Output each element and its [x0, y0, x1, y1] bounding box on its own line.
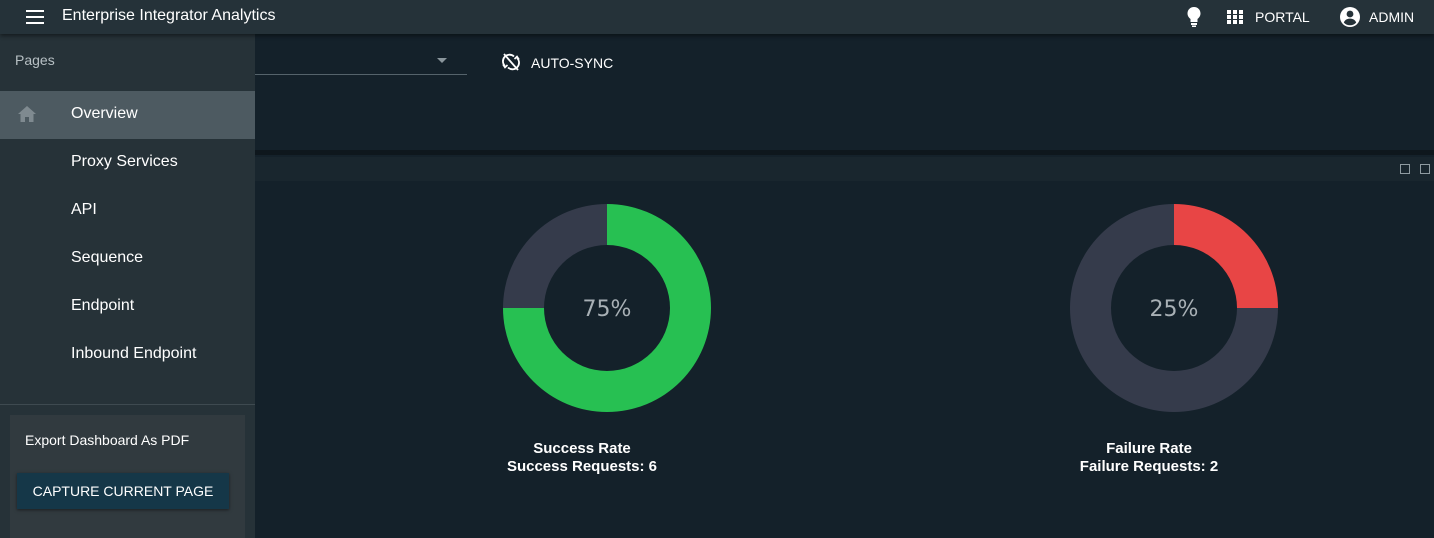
- sidebar-item-label: Sequence: [71, 249, 144, 266]
- success-percent-label: 75%: [583, 297, 632, 322]
- failure-rate-donut-chart: 25%: [1070, 204, 1278, 412]
- sidebar-item-label: Overview: [71, 105, 138, 122]
- sidebar-item-label: API: [71, 201, 97, 218]
- export-pdf-panel: Export Dashboard As PDF CAPTURE CURRENT …: [10, 415, 245, 538]
- dropdown-arrow-icon: [437, 58, 447, 63]
- popout-icon[interactable]: [1400, 164, 1410, 174]
- success-rate-title: Success Rate: [533, 440, 631, 457]
- success-rate-donut-chart: 75%: [503, 204, 711, 412]
- sidebar-divider: [0, 404, 255, 405]
- sidebar-item-proxy-services[interactable]: Proxy Services: [0, 139, 255, 187]
- failure-rate-caption: Failure Rate Failure Requests: 2: [1019, 440, 1279, 476]
- maximize-icon[interactable]: [1420, 164, 1430, 174]
- toolbar-divider: [255, 150, 1434, 155]
- failure-rate-title: Failure Rate: [1106, 440, 1192, 457]
- failure-percent-label: 25%: [1150, 297, 1199, 322]
- account-circle-icon[interactable]: [1339, 6, 1361, 28]
- apps-grid-icon[interactable]: [1227, 10, 1243, 24]
- success-rate-caption: Success Rate Success Requests: 6: [452, 440, 712, 476]
- sidebar-item-label: Inbound Endpoint: [71, 345, 197, 362]
- sidebar-item-endpoint[interactable]: Endpoint: [0, 283, 255, 331]
- pages-sidebar: Pages Overview Proxy Services API Sequen…: [0, 34, 255, 538]
- sidebar-item-inbound-endpoint[interactable]: Inbound Endpoint: [0, 331, 255, 379]
- portal-link[interactable]: PORTAL: [1255, 9, 1310, 25]
- home-icon: [18, 106, 36, 122]
- top-app-bar: Enterprise Integrator Analytics PORTAL A…: [0, 0, 1434, 34]
- capture-current-page-button[interactable]: CAPTURE CURRENT PAGE: [17, 473, 229, 509]
- failure-requests-count: Failure Requests: 2: [1079, 458, 1219, 475]
- sidebar-item-label: Proxy Services: [71, 153, 178, 170]
- sidebar-item-api[interactable]: API: [0, 187, 255, 235]
- sync-disabled-icon[interactable]: [501, 53, 521, 71]
- sidebar-item-sequence[interactable]: Sequence: [0, 235, 255, 283]
- lightbulb-icon[interactable]: [1186, 6, 1202, 28]
- sidebar-item-label: Endpoint: [71, 297, 135, 314]
- time-range-select[interactable]: [255, 48, 467, 75]
- auto-sync-toggle[interactable]: AUTO-SYNC: [531, 55, 613, 71]
- pages-header: Pages: [15, 52, 55, 68]
- donut-slice-other: [503, 204, 607, 308]
- admin-user-menu[interactable]: ADMIN: [1369, 9, 1414, 25]
- app-title: Enterprise Integrator Analytics: [62, 7, 276, 24]
- widget-header: [255, 157, 1434, 181]
- donut-slice-failure: [1174, 204, 1278, 308]
- sidebar-item-overview[interactable]: Overview: [0, 91, 255, 139]
- success-requests-count: Success Requests: 6: [506, 458, 658, 475]
- menu-icon[interactable]: [26, 10, 44, 24]
- export-pdf-title: Export Dashboard As PDF: [25, 432, 190, 448]
